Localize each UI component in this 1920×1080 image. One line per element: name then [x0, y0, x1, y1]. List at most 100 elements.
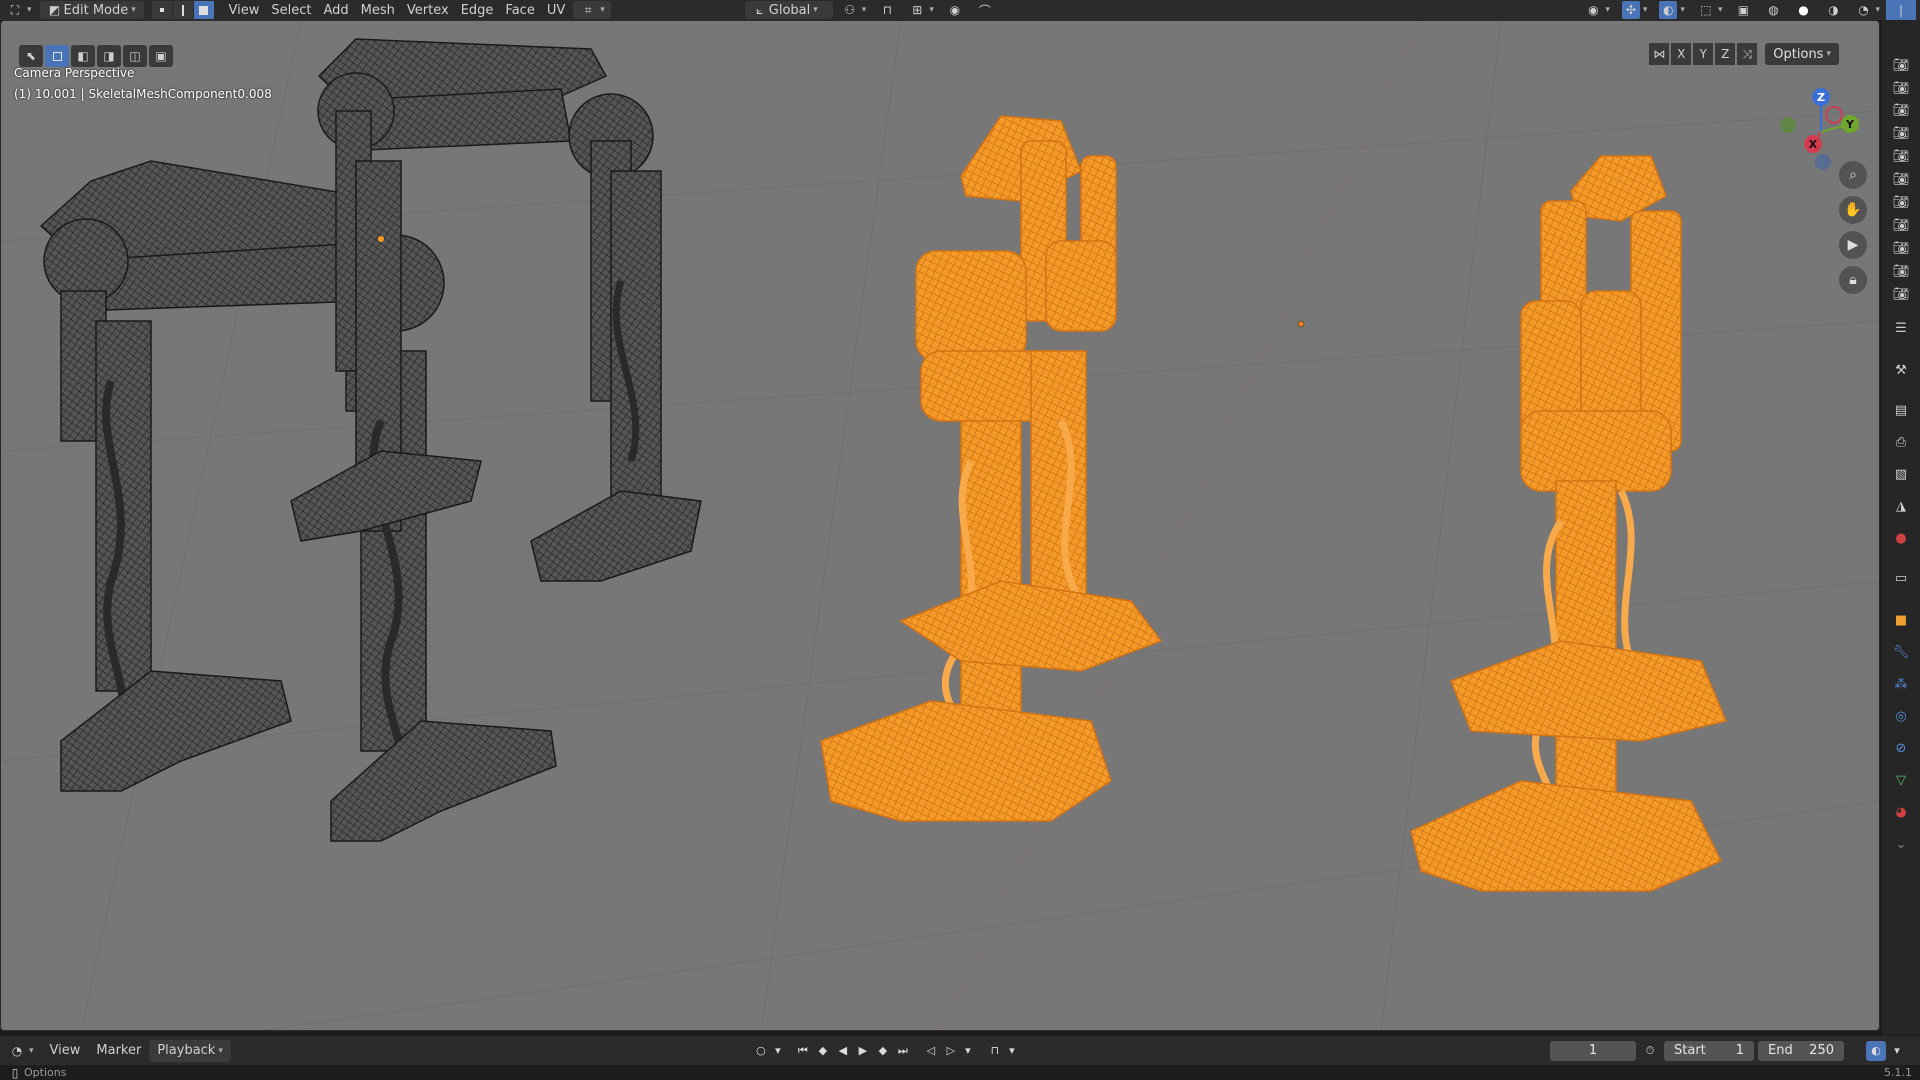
- outliner-camera-icon[interactable]: 📷︎: [1891, 215, 1911, 235]
- edge-select-button[interactable]: [172, 1, 193, 19]
- next-frame-button[interactable]: ▷: [941, 1041, 961, 1061]
- camera-view-button[interactable]: ▶: [1839, 231, 1867, 259]
- visibility-dropdown[interactable]: ◉ ▾: [1578, 0, 1616, 20]
- transform-orientation-dropdown[interactable]: ⟀ Global ▾: [744, 1, 833, 19]
- mesh-edit-overlays-dropdown[interactable]: ⬚ ▾: [1691, 0, 1729, 20]
- end-frame-field[interactable]: End 250: [1758, 1040, 1844, 1061]
- menu-uv[interactable]: UV: [541, 0, 571, 20]
- jump-start-button[interactable]: ⏮: [793, 1041, 813, 1061]
- properties-more-icon[interactable]: ⌄: [1891, 834, 1911, 854]
- pivot-point-dropdown[interactable]: ⚇ ▾: [835, 0, 873, 20]
- lock-camera-button[interactable]: 🔒︎: [1839, 266, 1867, 294]
- menu-view[interactable]: View: [223, 0, 266, 20]
- properties-render-icon[interactable]: ▤: [1891, 400, 1911, 420]
- shading-rendered-button[interactable]: ◔ ▾: [1848, 0, 1886, 20]
- proportional-falloff-dropdown[interactable]: ⌒: [970, 0, 1000, 20]
- outliner-camera-icon[interactable]: 📷︎: [1891, 146, 1911, 166]
- auto-merge-toggle[interactable]: ⤨: [1737, 43, 1758, 65]
- timeline-menu-marker[interactable]: Marker: [88, 1040, 149, 1062]
- properties-output-icon[interactable]: ⎙: [1891, 432, 1911, 452]
- snap-increment-icon: ⊞: [912, 3, 923, 17]
- menu-edge[interactable]: Edge: [455, 0, 500, 20]
- properties-view-layer-icon[interactable]: ▧: [1891, 464, 1911, 484]
- timeline-view-toggle[interactable]: ◐: [1866, 1040, 1886, 1061]
- mirror-x-toggle[interactable]: X: [1671, 43, 1692, 65]
- pan-button[interactable]: ✋: [1839, 196, 1867, 224]
- prev-frame-icon: ◁: [926, 1044, 936, 1057]
- properties-modifier-icon[interactable]: 🔧︎: [1891, 642, 1911, 662]
- outliner-camera-icon[interactable]: 📷︎: [1891, 261, 1911, 281]
- gizmo-toggle[interactable]: ✣ ▾: [1616, 0, 1654, 20]
- properties-collection-icon[interactable]: ▭: [1891, 568, 1911, 588]
- timeline-menu-playback[interactable]: Playback ▾: [149, 1039, 231, 1062]
- menu-face[interactable]: Face: [499, 0, 540, 20]
- snap-toggle[interactable]: ⊓: [872, 0, 902, 20]
- snap-target-dropdown[interactable]: ⊞ ▾: [902, 0, 940, 20]
- menu-mesh[interactable]: Mesh: [355, 0, 401, 20]
- timeline-menu-view[interactable]: View: [42, 1040, 89, 1062]
- current-frame-field[interactable]: 1: [1550, 1040, 1636, 1061]
- xray-toggle[interactable]: ▣: [1728, 0, 1758, 20]
- jump-end-button[interactable]: ⏭: [893, 1041, 913, 1061]
- shading-material-button[interactable]: ◑: [1818, 0, 1848, 20]
- face-select-button[interactable]: [193, 1, 214, 19]
- mirror-z-toggle[interactable]: Z: [1715, 43, 1736, 65]
- scene-canvas[interactable]: [1, 21, 1880, 1031]
- proportional-edit-toggle[interactable]: ◉: [940, 0, 970, 20]
- mode-dropdown[interactable]: ◩ Edit Mode ▾: [39, 1, 144, 19]
- frame-range-group: 1 ⏱ Start 1 End 250 ◐ ▾: [1550, 1040, 1920, 1061]
- outliner-camera-icon[interactable]: 📷︎: [1891, 55, 1911, 75]
- properties-object-icon[interactable]: ■: [1891, 610, 1911, 630]
- outliner-camera-icon[interactable]: 📷︎: [1891, 100, 1911, 120]
- zoom-button[interactable]: ⌕: [1839, 161, 1867, 189]
- 3d-viewport[interactable]: ⬉ ◧ ◨ ◫ ▣ Camera Perspective (1) 10.001 …: [0, 20, 1880, 1031]
- snap-mode-dropdown[interactable]: ▾: [1005, 1041, 1019, 1061]
- properties-scene-icon[interactable]: ◮: [1891, 496, 1911, 516]
- properties-data-icon[interactable]: ▽: [1891, 770, 1911, 790]
- prev-frame-button[interactable]: ◁: [921, 1041, 941, 1061]
- outliner-camera-icon[interactable]: 📷︎: [1891, 123, 1911, 143]
- menu-add[interactable]: Add: [318, 0, 355, 20]
- properties-constraint-icon[interactable]: ⊘: [1891, 738, 1911, 758]
- timeline-view-dropdown[interactable]: ▾: [1890, 1041, 1904, 1061]
- editor-type-button[interactable]: ⛶ ▾: [0, 0, 38, 20]
- next-keyframe-button[interactable]: ◆: [873, 1041, 893, 1061]
- xray-icon: ▣: [1737, 3, 1750, 17]
- record-options-dropdown[interactable]: ▾: [771, 1041, 785, 1061]
- timeline-editor-type-button[interactable]: ◔ ▾: [0, 1040, 42, 1062]
- options-dropdown[interactable]: Options ▾: [1765, 43, 1839, 65]
- outliner-camera-icon[interactable]: 📷︎: [1891, 238, 1911, 258]
- play-button[interactable]: ▶: [853, 1041, 873, 1061]
- prev-keyframe-button[interactable]: ◆: [813, 1041, 833, 1061]
- menu-vertex[interactable]: Vertex: [401, 0, 455, 20]
- properties-world-icon[interactable]: ●: [1891, 528, 1911, 548]
- mirror-toggle[interactable]: ⋈: [1649, 43, 1670, 65]
- uv-sync-dropdown[interactable]: ⌗ ▾: [573, 1, 611, 19]
- properties-tool-icon[interactable]: ☰: [1891, 318, 1911, 338]
- auto-key-snap-toggle[interactable]: ⊓: [985, 1041, 1005, 1061]
- shading-wireframe-button[interactable]: ◍: [1758, 0, 1788, 20]
- properties-physics-icon[interactable]: ◎: [1891, 706, 1911, 726]
- outliner-camera-icon[interactable]: 📷︎: [1891, 78, 1911, 98]
- mirror-y-toggle[interactable]: Y: [1693, 43, 1714, 65]
- properties-material-icon[interactable]: ◕: [1891, 802, 1911, 822]
- record-toggle[interactable]: ○: [751, 1041, 771, 1061]
- vertex-select-button[interactable]: [151, 1, 172, 19]
- use-preview-range-toggle[interactable]: ⏱: [1640, 1041, 1660, 1061]
- overlays-toggle[interactable]: ◐ ▾: [1653, 0, 1691, 20]
- perspective-label: Camera Perspective: [14, 66, 135, 80]
- top-right-panel-toggle[interactable]: ❘: [1886, 0, 1916, 20]
- outliner-camera-icon[interactable]: 📷︎: [1891, 169, 1911, 189]
- start-frame-field[interactable]: Start 1: [1664, 1040, 1754, 1061]
- outliner-camera-icon[interactable]: 📷︎: [1891, 284, 1911, 304]
- menu-select[interactable]: Select: [265, 0, 317, 20]
- play-reverse-button[interactable]: ◀: [833, 1041, 853, 1061]
- frame-step-dropdown[interactable]: ▾: [961, 1041, 975, 1061]
- mech-walker-unselected[interactable]: [39, 38, 702, 842]
- shading-solid-button[interactable]: ●: [1788, 0, 1818, 20]
- mech-walker-selected-right[interactable]: [1410, 155, 1728, 892]
- outliner-camera-icon[interactable]: 📷︎: [1891, 192, 1911, 212]
- mech-walker-selected-middle[interactable]: [820, 115, 1163, 822]
- properties-tool-settings-icon[interactable]: ⚒: [1891, 360, 1911, 380]
- properties-particles-icon[interactable]: ⁂: [1891, 674, 1911, 694]
